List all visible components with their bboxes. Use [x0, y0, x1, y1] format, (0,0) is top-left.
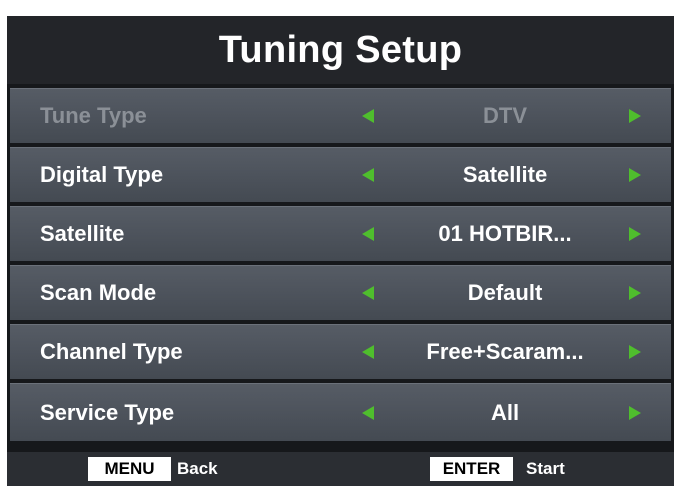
setting-value: 01 HOTBIR... [438, 221, 572, 246]
tuning-setup-panel: Tuning Setup Tune Type DTV Digital Type … [7, 16, 674, 486]
setting-row-scan-mode[interactable]: Scan Mode Default [10, 265, 671, 320]
arrow-right-icon [629, 109, 641, 123]
setting-row-channel-type[interactable]: Channel Type Free+Scaram... [10, 324, 671, 379]
menu-key-button[interactable]: MENU [88, 457, 171, 481]
setting-label: Satellite [40, 221, 125, 246]
setting-label: Digital Type [40, 162, 164, 187]
setting-row-satellite[interactable]: Satellite 01 HOTBIR... [10, 206, 671, 261]
setting-label: Tune Type [40, 103, 147, 128]
setting-label: Service Type [40, 399, 175, 425]
arrow-left-icon[interactable] [362, 168, 374, 182]
arrow-left-icon [362, 109, 374, 123]
arrow-right-icon[interactable] [629, 286, 641, 300]
setting-value: Default [467, 280, 543, 305]
arrow-right-icon[interactable] [629, 405, 641, 420]
enter-key-button[interactable]: ENTER [430, 457, 513, 481]
setting-value: Satellite [462, 162, 548, 187]
page-title: Tuning Setup [218, 28, 463, 71]
setting-value: DTV [483, 103, 527, 128]
back-hint: Back [177, 459, 218, 478]
footer-hint-bar: MENU Back ENTER Start [7, 452, 674, 486]
setting-value: Free+Scaram... [426, 339, 584, 364]
arrow-left-icon[interactable] [362, 405, 374, 420]
arrow-right-icon[interactable] [629, 168, 641, 182]
arrow-right-icon[interactable] [629, 227, 641, 241]
setting-row-tune-type: Tune Type DTV [10, 88, 671, 143]
arrow-left-icon[interactable] [362, 227, 374, 241]
setting-label: Channel Type [40, 339, 183, 364]
title-bar: Tuning Setup [7, 16, 674, 84]
setting-value: All [490, 399, 520, 425]
setting-row-service-type[interactable]: Service Type All [10, 383, 671, 441]
settings-list: Tune Type DTV Digital Type Satellite Sat… [10, 88, 671, 445]
arrow-right-icon[interactable] [629, 345, 641, 359]
arrow-left-icon[interactable] [362, 345, 374, 359]
setting-row-digital-type[interactable]: Digital Type Satellite [10, 147, 671, 202]
arrow-left-icon[interactable] [362, 286, 374, 300]
start-hint: Start [526, 459, 565, 478]
setting-label: Scan Mode [40, 280, 157, 305]
